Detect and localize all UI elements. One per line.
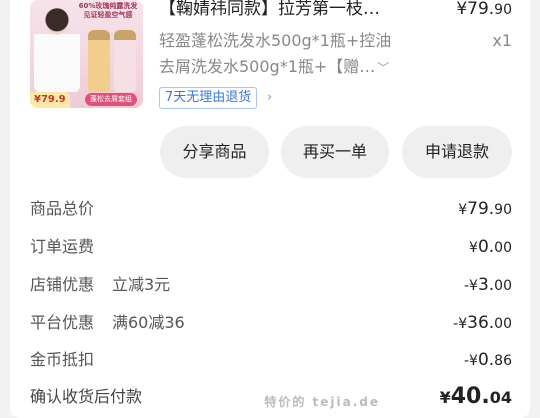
- request-refund-button[interactable]: 申请退款: [402, 126, 512, 178]
- share-product-button[interactable]: 分享商品: [160, 126, 269, 178]
- shipping-label: 订单运费: [30, 237, 95, 256]
- refund-policy-badge[interactable]: 7天无理由退货: [159, 87, 258, 109]
- shop-discount-label: 店铺优惠: [30, 275, 95, 294]
- watermark: 特价的 tejia.de: [264, 395, 380, 409]
- model-figure: [34, 4, 80, 92]
- spec-line-2: 去屑洗发水500g*1瓶+【赠… ﹀: [159, 57, 390, 76]
- thumbnail-price-tag: ¥79.9: [30, 92, 70, 108]
- coin-deduction-amount: -¥0.86: [463, 350, 512, 370]
- platform-discount-detail: 满60减36: [112, 313, 185, 332]
- chevron-down-icon: ﹀: [377, 61, 390, 75]
- final-payment-label: 确认收货后付款: [30, 387, 143, 406]
- goods-total-label: 商品总价: [30, 199, 95, 218]
- shop-discount-row: 店铺优惠 立减3元 -¥3.00: [30, 272, 512, 298]
- goods-total-amount: ¥79.90: [458, 199, 512, 219]
- shipping-amount: ¥0.00: [469, 237, 512, 257]
- product-quantity: x1: [492, 31, 512, 50]
- bottle-shampoo-pink: [114, 30, 136, 92]
- buy-again-button[interactable]: 再买一单: [281, 126, 389, 178]
- thumbnail-text: 60%玫瑰纯露洗发 见证轻盈空气感: [78, 2, 138, 19]
- product-title[interactable]: 【鞠婧祎同款】拉芳第一枝…: [159, 0, 439, 22]
- coin-deduction-row: 金币抵扣 -¥0.86: [30, 347, 512, 373]
- goods-total-row: 商品总价 ¥79.90: [30, 196, 512, 222]
- final-payment-amount: ¥40.04: [439, 384, 512, 409]
- bottle-shampoo-yellow: [88, 30, 110, 92]
- platform-discount-row: 平台优惠 满60减36 -¥36.00: [30, 310, 512, 336]
- shipping-row: 订单运费 ¥0.00: [30, 234, 512, 260]
- shop-discount-amount: -¥3.00: [463, 275, 512, 295]
- product-spec[interactable]: 轻盈蓬松洗发水500g*1瓶+控油 去屑洗发水500g*1瓶+【赠… ﹀: [159, 28, 399, 81]
- platform-discount-amount: -¥36.00: [453, 313, 512, 333]
- thumbnail-promo-tag: 蓬松去屑套组: [85, 93, 137, 106]
- chevron-right-icon[interactable]: ›: [267, 87, 272, 109]
- shop-discount-detail: 立减3元: [112, 275, 171, 294]
- product-price: ¥79.90: [456, 0, 512, 19]
- spec-line-1: 轻盈蓬松洗发水500g*1瓶+控油: [159, 31, 392, 50]
- coin-deduction-label: 金币抵扣: [30, 350, 95, 369]
- platform-discount-label: 平台优惠: [30, 313, 95, 332]
- product-thumbnail[interactable]: 60%玫瑰纯露洗发 见证轻盈空气感 ¥79.9 蓬松去屑套组: [30, 0, 143, 108]
